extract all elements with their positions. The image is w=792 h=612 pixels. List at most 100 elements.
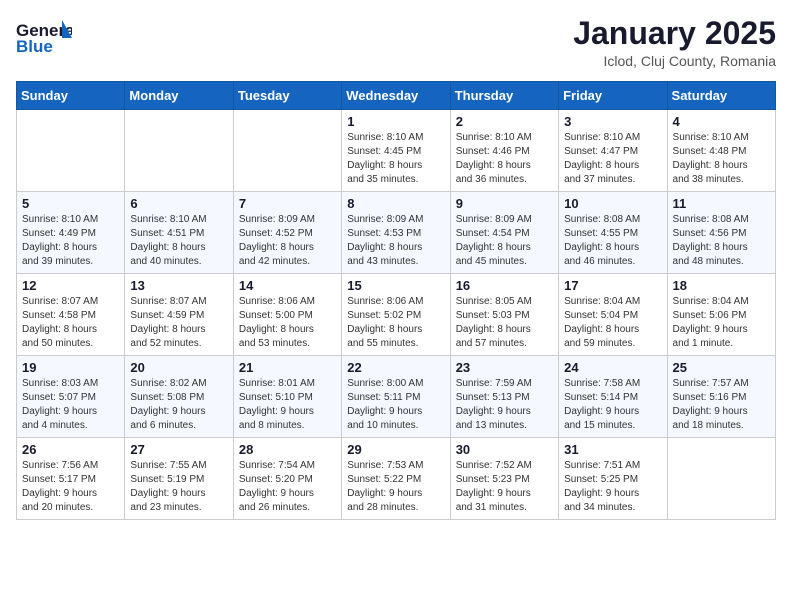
day-number: 14 xyxy=(239,278,336,293)
day-info: Sunrise: 8:10 AM Sunset: 4:47 PM Dayligh… xyxy=(564,131,661,187)
day-number: 29 xyxy=(347,442,444,457)
day-info: Sunrise: 8:07 AM Sunset: 4:59 PM Dayligh… xyxy=(130,295,227,351)
calendar-cell: 29Sunrise: 7:53 AM Sunset: 5:22 PM Dayli… xyxy=(342,438,450,520)
day-number: 11 xyxy=(673,196,770,211)
day-number: 7 xyxy=(239,196,336,211)
day-info: Sunrise: 7:54 AM Sunset: 5:20 PM Dayligh… xyxy=(239,459,336,515)
day-info: Sunrise: 7:51 AM Sunset: 5:25 PM Dayligh… xyxy=(564,459,661,515)
calendar-title: January 2025 xyxy=(573,16,776,51)
calendar-cell: 14Sunrise: 8:06 AM Sunset: 5:00 PM Dayli… xyxy=(233,274,341,356)
calendar-cell: 5Sunrise: 8:10 AM Sunset: 4:49 PM Daylig… xyxy=(17,192,125,274)
day-info: Sunrise: 8:09 AM Sunset: 4:53 PM Dayligh… xyxy=(347,213,444,269)
calendar-cell: 21 Sunrise: 8:01 AM Sunset: 5:10 PM Dayli… xyxy=(233,356,341,438)
week-row-2: 12Sunrise: 8:07 AM Sunset: 4:58 PM Dayli… xyxy=(17,274,776,356)
day-number: 23 xyxy=(456,360,553,375)
page-header: General Blue January 2025 Iclod, Cluj Co… xyxy=(16,16,776,69)
week-row-1: 5Sunrise: 8:10 AM Sunset: 4:49 PM Daylig… xyxy=(17,192,776,274)
calendar-cell: 25 Sunrise: 7:57 AM Sunset: 5:16 PM Dayli… xyxy=(667,356,775,438)
calendar-cell: 18 Sunrise: 8:04 AM Sunset: 5:06 PM Dayli… xyxy=(667,274,775,356)
day-number: 3 xyxy=(564,114,661,129)
day-number: 12 xyxy=(22,278,119,293)
day-info: Sunrise: 8:05 AM Sunset: 5:03 PM Dayligh… xyxy=(456,295,553,351)
day-number: 13 xyxy=(130,278,227,293)
weekday-header-sunday: Sunday xyxy=(17,82,125,110)
calendar-cell: 8 Sunrise: 8:09 AM Sunset: 4:53 PM Daylig… xyxy=(342,192,450,274)
weekday-header-thursday: Thursday xyxy=(450,82,558,110)
day-info: Sunrise: 8:10 AM Sunset: 4:51 PM Dayligh… xyxy=(130,213,227,269)
calendar-cell: 28 Sunrise: 7:54 AM Sunset: 5:20 PM Dayli… xyxy=(233,438,341,520)
calendar-location: Iclod, Cluj County, Romania xyxy=(573,53,776,69)
day-number: 18 xyxy=(673,278,770,293)
weekday-header-monday: Monday xyxy=(125,82,233,110)
day-info: Sunrise: 7:56 AM Sunset: 5:17 PM Dayligh… xyxy=(22,459,119,515)
calendar-cell: 30 Sunrise: 7:52 AM Sunset: 5:23 PM Dayli… xyxy=(450,438,558,520)
calendar-cell xyxy=(667,438,775,520)
day-number: 15 xyxy=(347,278,444,293)
logo-icon: General Blue xyxy=(16,16,72,60)
day-info: Sunrise: 8:10 AM Sunset: 4:45 PM Dayligh… xyxy=(347,131,444,187)
calendar-cell: 31 Sunrise: 7:51 AM Sunset: 5:25 PM Dayli… xyxy=(559,438,667,520)
day-number: 6 xyxy=(130,196,227,211)
day-number: 4 xyxy=(673,114,770,129)
week-row-3: 19Sunrise: 8:03 AM Sunset: 5:07 PM Dayli… xyxy=(17,356,776,438)
calendar-cell: 13 Sunrise: 8:07 AM Sunset: 4:59 PM Dayli… xyxy=(125,274,233,356)
day-info: Sunrise: 7:59 AM Sunset: 5:13 PM Dayligh… xyxy=(456,377,553,433)
day-info: Sunrise: 8:10 AM Sunset: 4:48 PM Dayligh… xyxy=(673,131,770,187)
calendar-cell: 10 Sunrise: 8:08 AM Sunset: 4:55 PM Dayli… xyxy=(559,192,667,274)
svg-text:Blue: Blue xyxy=(16,37,53,56)
calendar-cell xyxy=(125,110,233,192)
day-info: Sunrise: 8:02 AM Sunset: 5:08 PM Dayligh… xyxy=(130,377,227,433)
calendar-cell: 2 Sunrise: 8:10 AM Sunset: 4:46 PM Daylig… xyxy=(450,110,558,192)
day-info: Sunrise: 8:09 AM Sunset: 4:52 PM Dayligh… xyxy=(239,213,336,269)
day-info: Sunrise: 8:09 AM Sunset: 4:54 PM Dayligh… xyxy=(456,213,553,269)
day-info: Sunrise: 8:04 AM Sunset: 5:06 PM Dayligh… xyxy=(673,295,770,351)
calendar-cell: 12Sunrise: 8:07 AM Sunset: 4:58 PM Dayli… xyxy=(17,274,125,356)
day-number: 24 xyxy=(564,360,661,375)
weekday-header-wednesday: Wednesday xyxy=(342,82,450,110)
title-block: January 2025 Iclod, Cluj County, Romania xyxy=(573,16,776,69)
day-number: 26 xyxy=(22,442,119,457)
day-info: Sunrise: 8:00 AM Sunset: 5:11 PM Dayligh… xyxy=(347,377,444,433)
weekday-header-tuesday: Tuesday xyxy=(233,82,341,110)
calendar-cell: 9Sunrise: 8:09 AM Sunset: 4:54 PM Daylig… xyxy=(450,192,558,274)
calendar-cell: 17Sunrise: 8:04 AM Sunset: 5:04 PM Dayli… xyxy=(559,274,667,356)
day-info: Sunrise: 8:08 AM Sunset: 4:56 PM Dayligh… xyxy=(673,213,770,269)
day-number: 2 xyxy=(456,114,553,129)
calendar-cell: 4 Sunrise: 8:10 AM Sunset: 4:48 PM Daylig… xyxy=(667,110,775,192)
day-info: Sunrise: 8:08 AM Sunset: 4:55 PM Dayligh… xyxy=(564,213,661,269)
calendar-cell: 7 Sunrise: 8:09 AM Sunset: 4:52 PM Daylig… xyxy=(233,192,341,274)
day-info: Sunrise: 8:10 AM Sunset: 4:46 PM Dayligh… xyxy=(456,131,553,187)
calendar-cell: 19Sunrise: 8:03 AM Sunset: 5:07 PM Dayli… xyxy=(17,356,125,438)
day-info: Sunrise: 7:52 AM Sunset: 5:23 PM Dayligh… xyxy=(456,459,553,515)
day-info: Sunrise: 8:06 AM Sunset: 5:02 PM Dayligh… xyxy=(347,295,444,351)
calendar-cell: 27Sunrise: 7:55 AM Sunset: 5:19 PM Dayli… xyxy=(125,438,233,520)
calendar-cell: 11 Sunrise: 8:08 AM Sunset: 4:56 PM Dayli… xyxy=(667,192,775,274)
week-row-4: 26 Sunrise: 7:56 AM Sunset: 5:17 PM Dayli… xyxy=(17,438,776,520)
day-number: 8 xyxy=(347,196,444,211)
weekday-header-friday: Friday xyxy=(559,82,667,110)
calendar-cell: 20Sunrise: 8:02 AM Sunset: 5:08 PM Dayli… xyxy=(125,356,233,438)
day-info: Sunrise: 8:03 AM Sunset: 5:07 PM Dayligh… xyxy=(22,377,119,433)
calendar-cell: 26 Sunrise: 7:56 AM Sunset: 5:17 PM Dayli… xyxy=(17,438,125,520)
day-number: 31 xyxy=(564,442,661,457)
day-info: Sunrise: 8:01 AM Sunset: 5:10 PM Dayligh… xyxy=(239,377,336,433)
day-number: 21 xyxy=(239,360,336,375)
day-number: 30 xyxy=(456,442,553,457)
calendar-cell: 1Sunrise: 8:10 AM Sunset: 4:45 PM Daylig… xyxy=(342,110,450,192)
day-number: 10 xyxy=(564,196,661,211)
calendar-table: SundayMondayTuesdayWednesdayThursdayFrid… xyxy=(16,81,776,520)
calendar-cell: 6 Sunrise: 8:10 AM Sunset: 4:51 PM Daylig… xyxy=(125,192,233,274)
calendar-cell: 3 Sunrise: 8:10 AM Sunset: 4:47 PM Daylig… xyxy=(559,110,667,192)
weekday-header-saturday: Saturday xyxy=(667,82,775,110)
day-number: 28 xyxy=(239,442,336,457)
calendar-cell: 24Sunrise: 7:58 AM Sunset: 5:14 PM Dayli… xyxy=(559,356,667,438)
week-row-0: 1Sunrise: 8:10 AM Sunset: 4:45 PM Daylig… xyxy=(17,110,776,192)
day-info: Sunrise: 8:10 AM Sunset: 4:49 PM Dayligh… xyxy=(22,213,119,269)
calendar-cell: 23 Sunrise: 7:59 AM Sunset: 5:13 PM Dayli… xyxy=(450,356,558,438)
day-number: 25 xyxy=(673,360,770,375)
logo: General Blue xyxy=(16,16,72,60)
day-info: Sunrise: 7:57 AM Sunset: 5:16 PM Dayligh… xyxy=(673,377,770,433)
day-info: Sunrise: 8:04 AM Sunset: 5:04 PM Dayligh… xyxy=(564,295,661,351)
weekday-header-row: SundayMondayTuesdayWednesdayThursdayFrid… xyxy=(17,82,776,110)
calendar-cell xyxy=(233,110,341,192)
